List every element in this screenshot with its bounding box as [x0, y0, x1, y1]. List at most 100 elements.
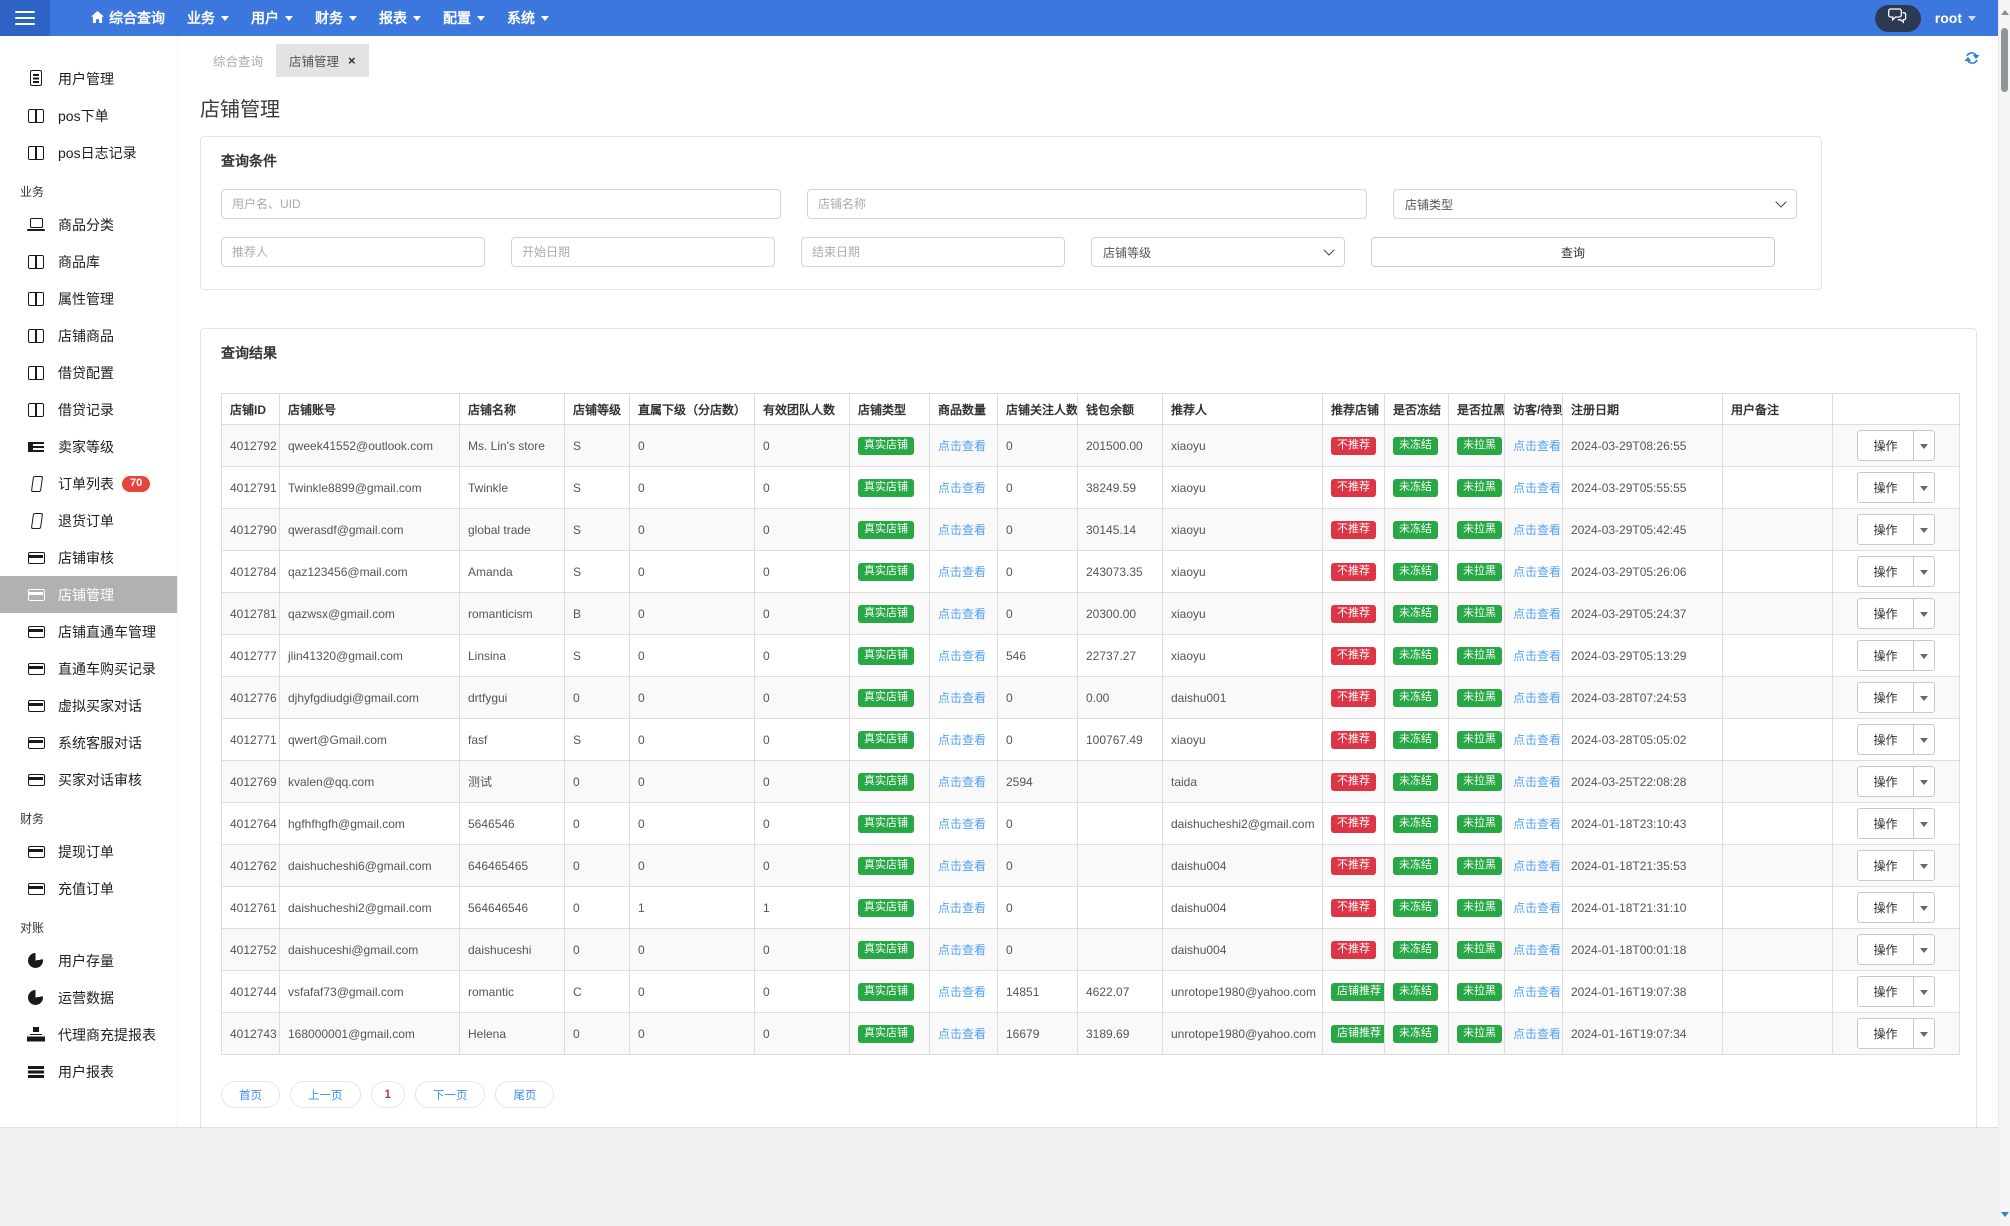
action-button[interactable]: 操作 — [1857, 808, 1914, 839]
sidebar-item-return-orders[interactable]: 退货订单 — [0, 502, 177, 539]
visitor-view-link[interactable]: 点击查看 — [1513, 817, 1561, 831]
scrollbar[interactable] — [1998, 0, 2010, 1226]
search-button[interactable]: 查询 — [1371, 237, 1775, 267]
action-button[interactable]: 操作 — [1857, 472, 1914, 503]
sidebar-item-recharge-orders[interactable]: 充值订单 — [0, 870, 177, 907]
goods-view-link[interactable]: 点击查看 — [938, 691, 986, 705]
goods-view-link[interactable]: 点击查看 — [938, 943, 986, 957]
pagination-page-1[interactable]: 1 — [370, 1081, 405, 1108]
scrollbar-thumb[interactable] — [2001, 28, 2008, 92]
sidebar-item-order-list[interactable]: 订单列表 70 — [0, 465, 177, 502]
goods-view-link[interactable]: 点击查看 — [938, 817, 986, 831]
action-dropdown-toggle[interactable] — [1912, 1018, 1935, 1049]
nav-item-user[interactable]: 用户 — [240, 0, 304, 36]
sidebar-item-shop-management[interactable]: 店铺管理 — [0, 576, 177, 613]
shop-level-select[interactable]: 店铺等级 — [1091, 237, 1345, 267]
nav-item-overview[interactable]: 综合查询 — [80, 0, 176, 36]
visitor-view-link[interactable]: 点击查看 — [1513, 565, 1561, 579]
sidebar-item-withdraw-orders[interactable]: 提现订单 — [0, 833, 177, 870]
goods-view-link[interactable]: 点击查看 — [938, 1027, 986, 1041]
action-button[interactable]: 操作 — [1857, 682, 1914, 713]
action-button[interactable]: 操作 — [1857, 640, 1914, 671]
end-date-input[interactable] — [801, 237, 1065, 267]
pagination-next[interactable]: 下一页 — [414, 1081, 486, 1108]
sidebar-item-loan-records[interactable]: 借贷记录 — [0, 391, 177, 428]
action-dropdown-toggle[interactable] — [1912, 556, 1935, 587]
shop-name-input[interactable] — [807, 189, 1367, 219]
action-button[interactable]: 操作 — [1857, 766, 1914, 797]
visitor-view-link[interactable]: 点击查看 — [1513, 691, 1561, 705]
action-dropdown-toggle[interactable] — [1912, 514, 1935, 545]
goods-view-link[interactable]: 点击查看 — [938, 565, 986, 579]
action-button[interactable]: 操作 — [1857, 724, 1914, 755]
scroll-up-icon[interactable] — [2001, 6, 2009, 15]
goods-view-link[interactable]: 点击查看 — [938, 607, 986, 621]
pagination-first[interactable]: 首页 — [221, 1081, 280, 1108]
nav-item-system[interactable]: 系统 — [496, 0, 560, 36]
sidebar-item-through-train-purchases[interactable]: 直通车购买记录 — [0, 650, 177, 687]
action-dropdown-toggle[interactable] — [1912, 598, 1935, 629]
goods-view-link[interactable]: 点击查看 — [938, 649, 986, 663]
scroll-down-icon[interactable] — [2001, 1212, 2009, 1221]
action-dropdown-toggle[interactable] — [1912, 430, 1935, 461]
goods-view-link[interactable]: 点击查看 — [938, 439, 986, 453]
action-dropdown-toggle[interactable] — [1912, 976, 1935, 1007]
action-dropdown-toggle[interactable] — [1912, 766, 1935, 797]
action-dropdown-toggle[interactable] — [1912, 808, 1935, 839]
action-button[interactable]: 操作 — [1857, 892, 1914, 923]
action-button[interactable]: 操作 — [1857, 514, 1914, 545]
visitor-view-link[interactable]: 点击查看 — [1513, 775, 1561, 789]
tab-overview[interactable]: 综合查询 — [200, 44, 276, 77]
start-date-input[interactable] — [511, 237, 775, 267]
sidebar-item-user-management[interactable]: 用户管理 — [0, 60, 177, 97]
visitor-view-link[interactable]: 点击查看 — [1513, 985, 1561, 999]
goods-view-link[interactable]: 点击查看 — [938, 985, 986, 999]
sidebar-item-shop-goods[interactable]: 店铺商品 — [0, 317, 177, 354]
visitor-view-link[interactable]: 点击查看 — [1513, 1027, 1561, 1041]
shop-type-select[interactable]: 店铺类型 — [1393, 189, 1797, 219]
goods-view-link[interactable]: 点击查看 — [938, 481, 986, 495]
tab-close-icon[interactable]: × — [348, 54, 356, 67]
visitor-view-link[interactable]: 点击查看 — [1513, 901, 1561, 915]
sidebar-item-pos-order[interactable]: pos下单 — [0, 97, 177, 134]
chat-button[interactable] — [1874, 4, 1921, 32]
visitor-view-link[interactable]: 点击查看 — [1513, 523, 1561, 537]
user-menu[interactable]: root — [1935, 10, 1976, 26]
sidebar-item-virtual-buyer-chat[interactable]: 虚拟买家对话 — [0, 687, 177, 724]
sidebar-item-buyer-chat-review[interactable]: 买家对话审核 — [0, 761, 177, 798]
visitor-view-link[interactable]: 点击查看 — [1513, 481, 1561, 495]
visitor-view-link[interactable]: 点击查看 — [1513, 439, 1561, 453]
nav-item-config[interactable]: 配置 — [432, 0, 496, 36]
visitor-view-link[interactable]: 点击查看 — [1513, 607, 1561, 621]
username-uid-input[interactable] — [221, 189, 781, 219]
visitor-view-link[interactable]: 点击查看 — [1513, 733, 1561, 747]
referrer-input[interactable] — [221, 237, 485, 267]
pagination-last[interactable]: 尾页 — [495, 1081, 555, 1108]
action-button[interactable]: 操作 — [1857, 850, 1914, 881]
action-dropdown-toggle[interactable] — [1912, 682, 1935, 713]
nav-item-finance[interactable]: 财务 — [304, 0, 368, 36]
action-dropdown-toggle[interactable] — [1912, 640, 1935, 671]
sidebar-item-shop-review[interactable]: 店铺审核 — [0, 539, 177, 576]
action-dropdown-toggle[interactable] — [1912, 472, 1935, 503]
sidebar-item-pos-log[interactable]: pos日志记录 — [0, 134, 177, 171]
sidebar-item-agent-recharge-report[interactable]: 代理商充提报表 — [0, 1016, 177, 1053]
action-dropdown-toggle[interactable] — [1912, 892, 1935, 923]
action-button[interactable]: 操作 — [1857, 976, 1914, 1007]
sidebar-item-loan-config[interactable]: 借贷配置 — [0, 354, 177, 391]
action-dropdown-toggle[interactable] — [1912, 850, 1935, 881]
tab-shop-management[interactable]: 店铺管理 × — [276, 44, 369, 77]
nav-item-report[interactable]: 报表 — [368, 0, 432, 36]
action-button[interactable]: 操作 — [1857, 1018, 1914, 1049]
hamburger-menu-icon[interactable] — [0, 0, 50, 36]
sidebar-item-operation-data[interactable]: 运营数据 — [0, 979, 177, 1016]
nav-item-business[interactable]: 业务 — [176, 0, 240, 36]
visitor-view-link[interactable]: 点击查看 — [1513, 943, 1561, 957]
action-button[interactable]: 操作 — [1857, 556, 1914, 587]
sidebar-item-attribute-management[interactable]: 属性管理 — [0, 280, 177, 317]
sidebar-item-system-service-chat[interactable]: 系统客服对话 — [0, 724, 177, 761]
sidebar-item-user-report[interactable]: 用户报表 — [0, 1053, 177, 1090]
sidebar-item-goods-library[interactable]: 商品库 — [0, 243, 177, 280]
visitor-view-link[interactable]: 点击查看 — [1513, 859, 1561, 873]
goods-view-link[interactable]: 点击查看 — [938, 775, 986, 789]
